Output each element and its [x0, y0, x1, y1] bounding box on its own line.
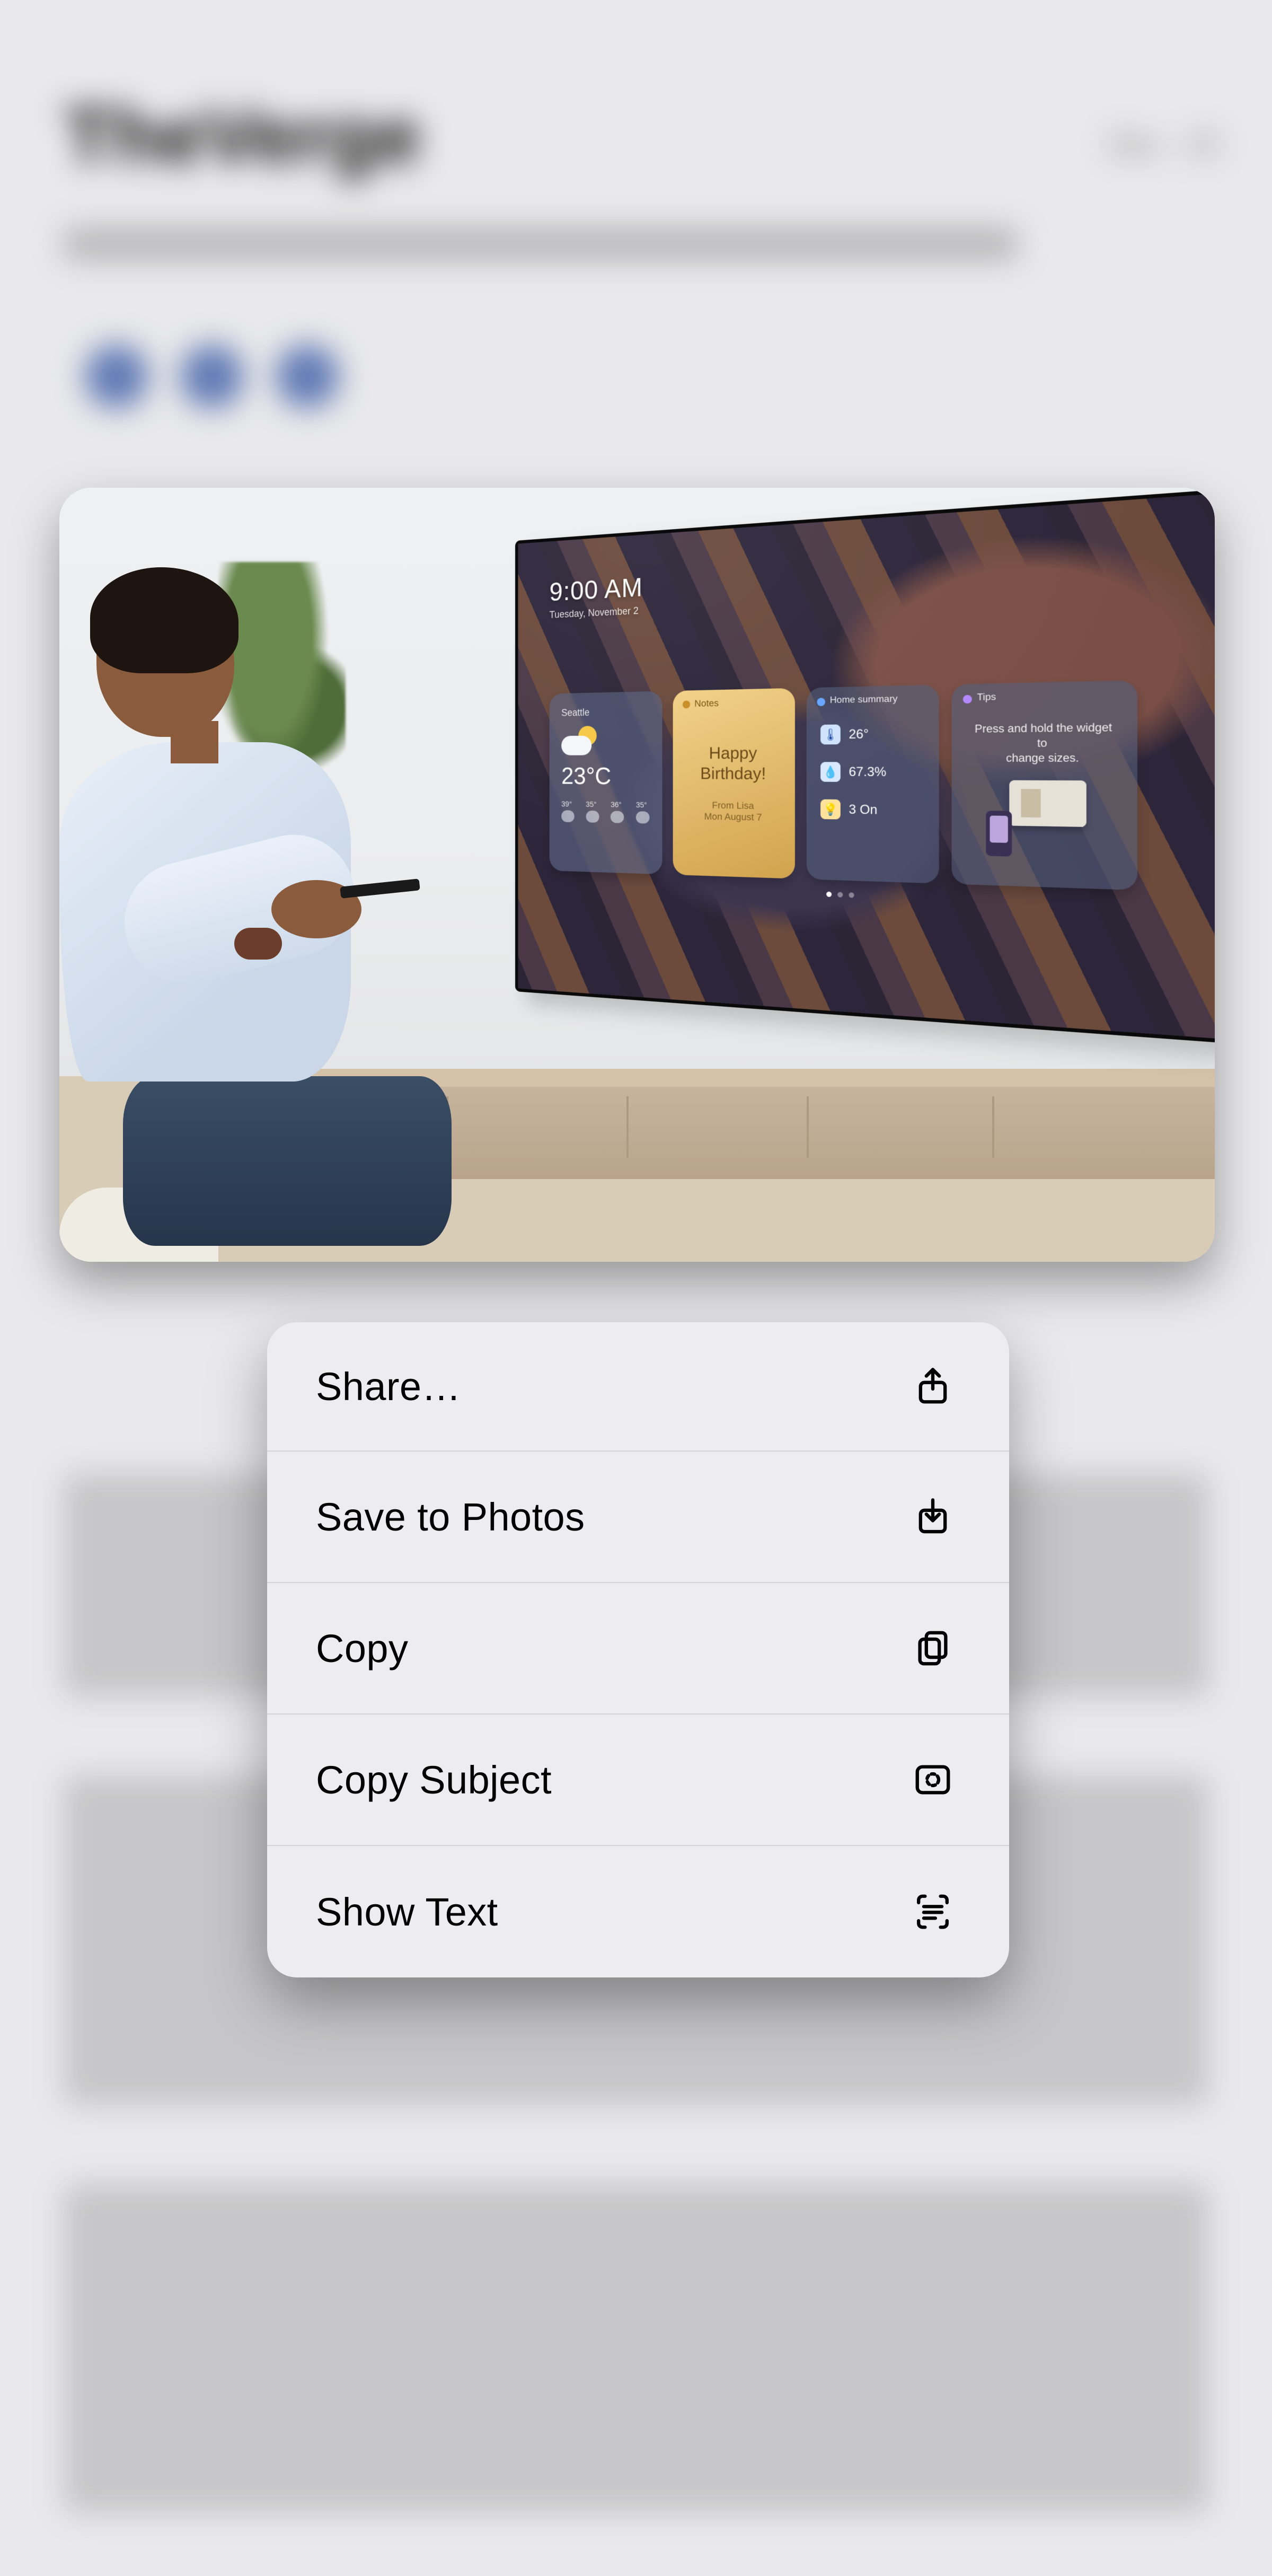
- blurred-subtitle: [64, 228, 1018, 260]
- weather-location: Seattle: [561, 706, 649, 718]
- tips-label: Tips: [977, 692, 996, 703]
- tv-widget-tips: Tips Press and hold the widget tochange …: [951, 680, 1137, 890]
- live-text-icon: [905, 1884, 960, 1939]
- blurred-paragraph: [64, 2184, 1208, 2513]
- weather-icon: [561, 726, 597, 759]
- tv-clock: 9:00 AM Tuesday, November 2: [550, 573, 643, 621]
- tips-illustration: [977, 780, 1109, 856]
- select-subject-icon: [905, 1752, 960, 1807]
- tv-clock-time: 9:00 AM: [550, 573, 643, 608]
- home-row: 🌡26°: [820, 724, 924, 745]
- context-menu: Share… Save to Photos Copy Copy Subject …: [267, 1322, 1009, 1977]
- home-row: 💧67.3%: [820, 762, 924, 782]
- home-row: 💡3 On: [820, 799, 924, 821]
- humidity-icon: 💧: [820, 762, 841, 782]
- tv-widget-home: Home summary 🌡26° 💧67.3% 💡3 On: [807, 685, 939, 884]
- page-meta: Dec · 23: [1109, 127, 1219, 161]
- note-from: From Lisa: [686, 799, 781, 812]
- weather-temp: 23°C: [561, 763, 649, 790]
- menu-item-label: Show Text: [316, 1889, 498, 1935]
- home-dot-icon: [817, 698, 825, 706]
- weather-forecast: 39° 35° 36° 35°: [561, 799, 649, 824]
- blurred-background: TheVerge Dec · 23: [0, 0, 1272, 2576]
- blurred-share-chips: [85, 345, 339, 408]
- note-dot-icon: [683, 700, 690, 708]
- menu-item-label: Save to Photos: [316, 1494, 585, 1540]
- menu-item-copy[interactable]: Copy: [267, 1582, 1009, 1713]
- note-date: Mon August 7: [686, 811, 781, 823]
- image-preview[interactable]: 9:00 AM Tuesday, November 2 Seattle 23°C…: [59, 488, 1215, 1262]
- share-icon: [905, 1359, 960, 1414]
- thermometer-icon: 🌡: [820, 725, 841, 745]
- tv-widget-note: Notes HappyBirthday! From Lisa Mon Augus…: [673, 688, 795, 879]
- page-title: TheVerge: [64, 90, 421, 182]
- home-label: Home summary: [830, 694, 898, 706]
- copy-icon: [905, 1621, 960, 1676]
- save-down-icon: [905, 1489, 960, 1544]
- menu-item-label: Copy Subject: [316, 1757, 552, 1803]
- light-icon: 💡: [820, 799, 841, 820]
- menu-item-show-text[interactable]: Show Text: [267, 1845, 1009, 1977]
- menu-item-share[interactable]: Share…: [267, 1322, 1009, 1450]
- note-label: Notes: [694, 698, 719, 709]
- menu-item-copy-subject[interactable]: Copy Subject: [267, 1713, 1009, 1845]
- note-message: HappyBirthday!: [686, 743, 781, 785]
- menu-item-label: Copy: [316, 1626, 408, 1671]
- tv-widget-weather: Seattle 23°C 39° 35° 36° 35°: [550, 691, 662, 875]
- menu-item-label: Share…: [316, 1364, 461, 1409]
- tips-text: Press and hold the widget tochange sizes…: [967, 720, 1120, 766]
- scene-tv: 9:00 AM Tuesday, November 2 Seattle 23°C…: [515, 488, 1215, 1048]
- scene-person: [59, 562, 420, 1262]
- tv-widget-pager: [826, 892, 854, 898]
- tips-dot-icon: [963, 695, 972, 704]
- menu-item-save-to-photos[interactable]: Save to Photos: [267, 1450, 1009, 1582]
